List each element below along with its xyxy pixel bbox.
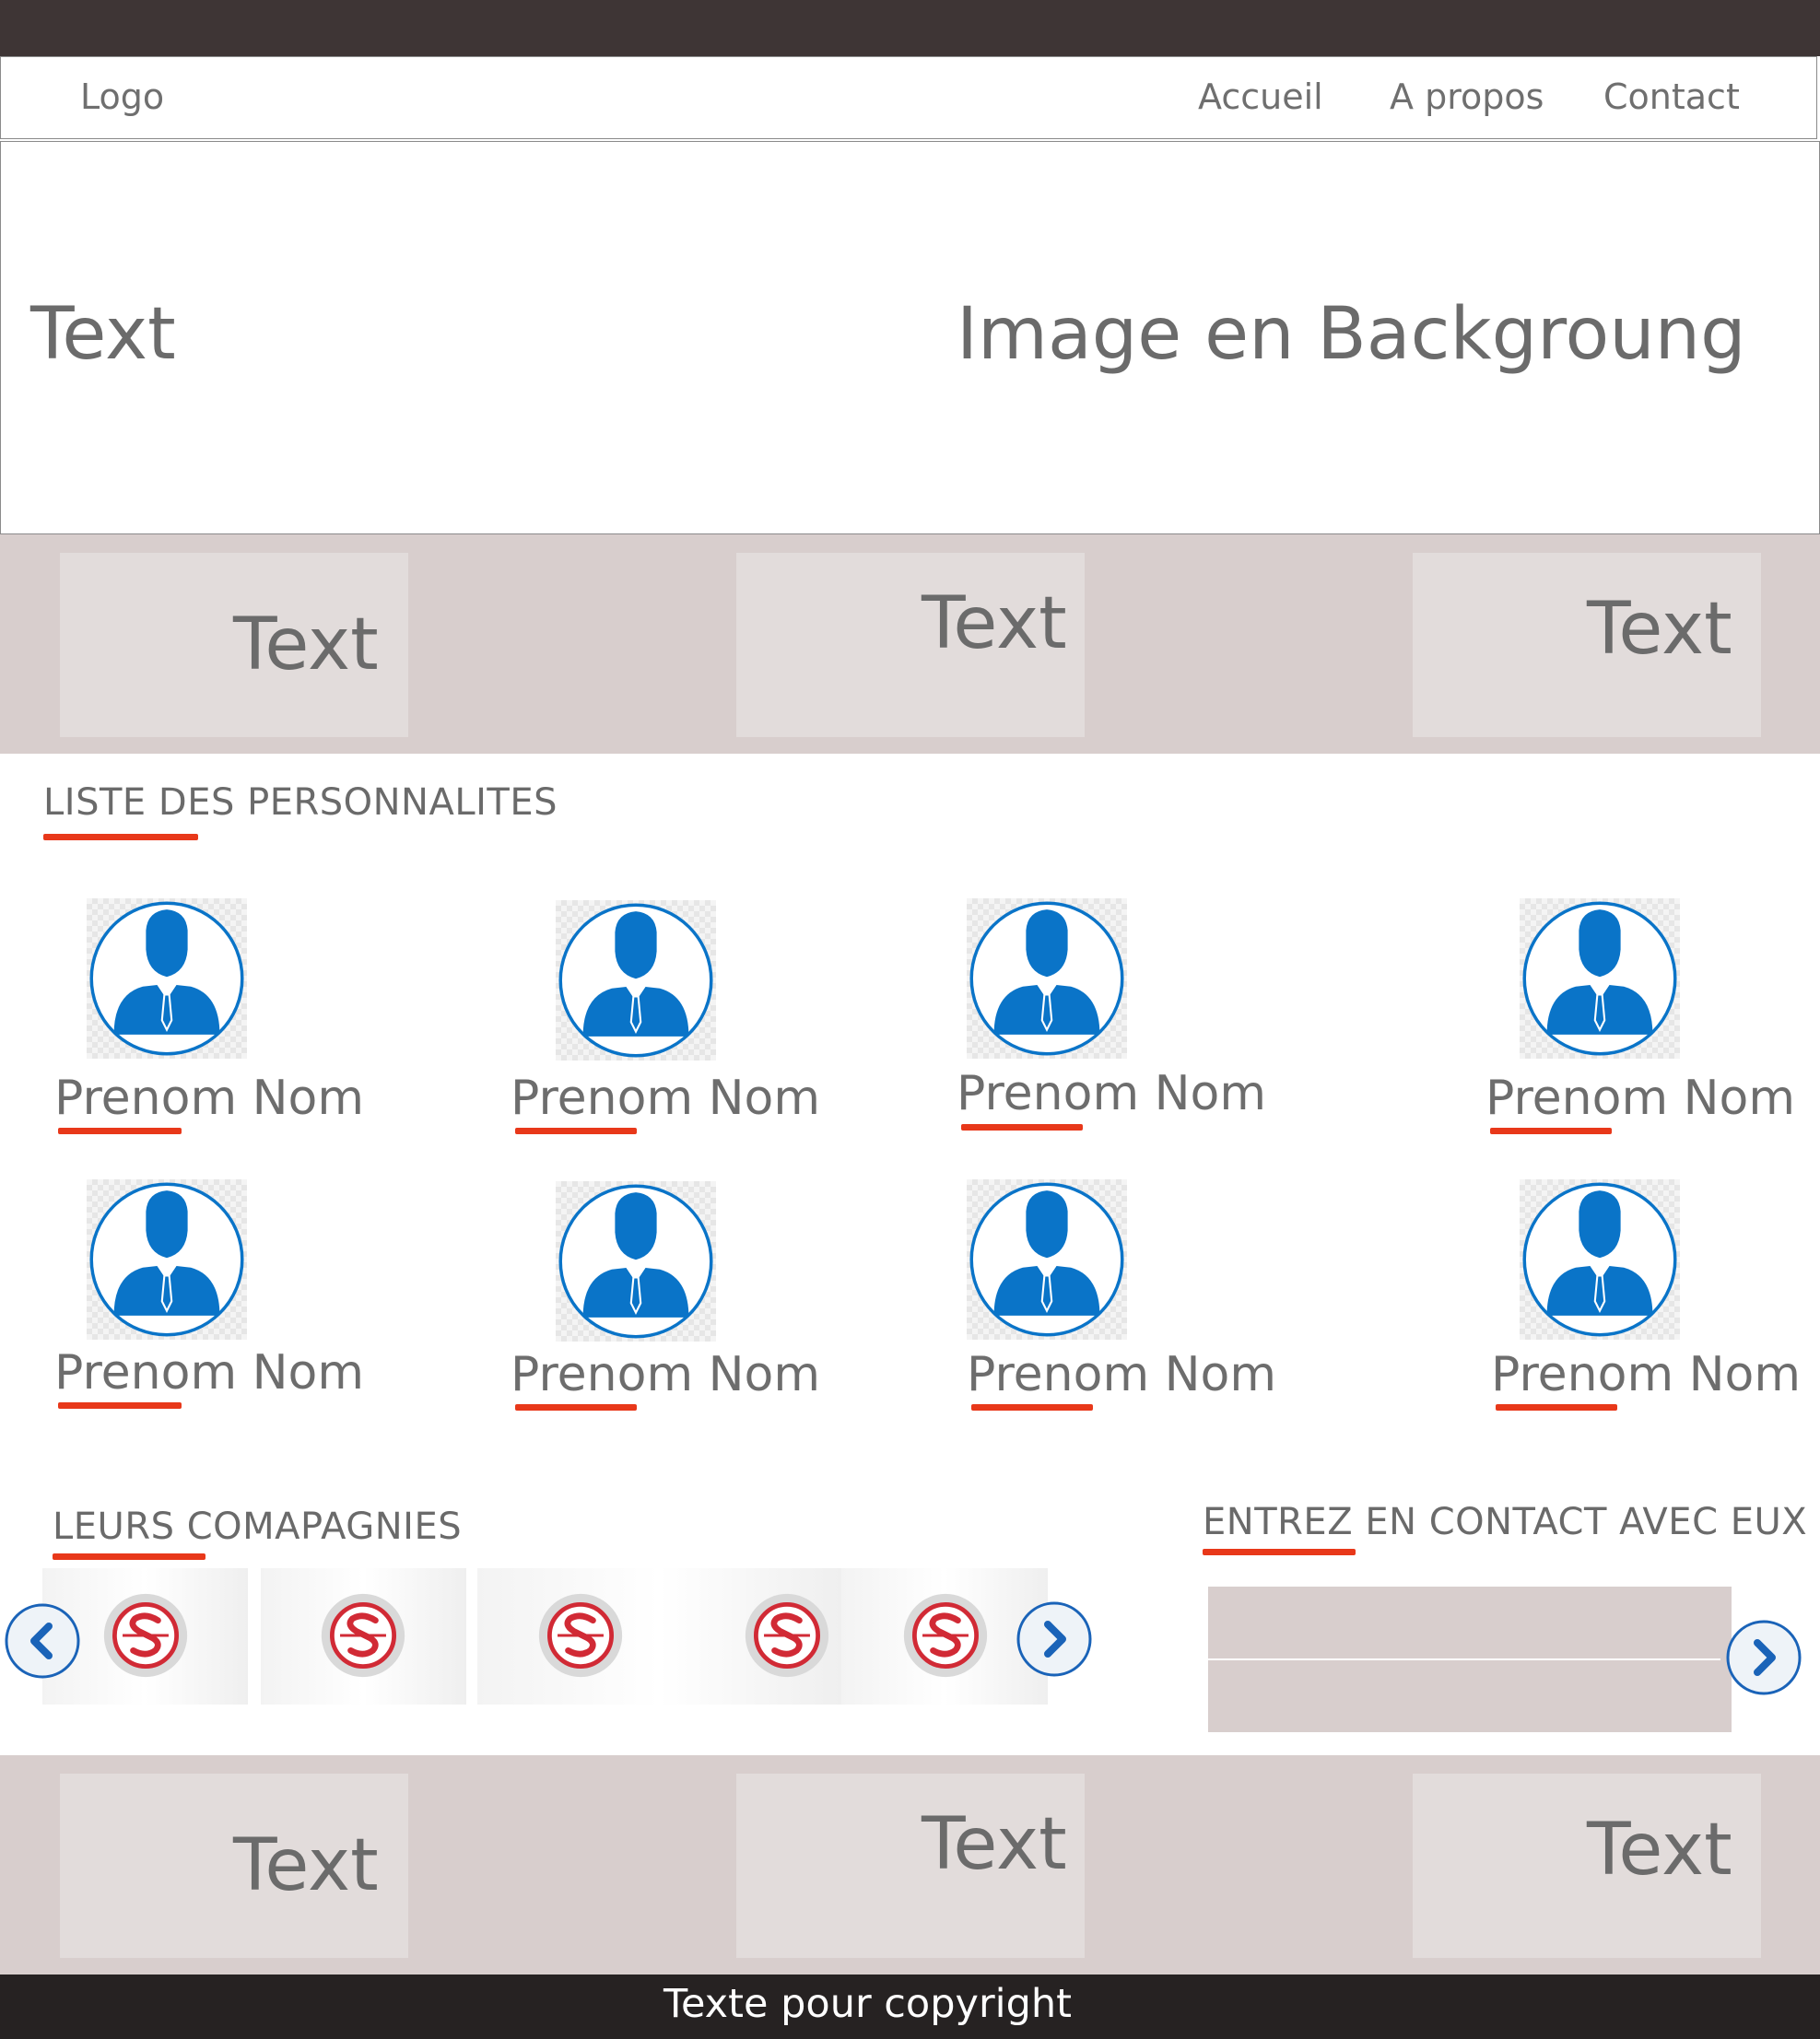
person-avatar[interactable] [87,1179,247,1340]
nav-link-contact[interactable]: Contact [1603,76,1740,117]
name-underline [515,1404,637,1411]
name-underline [515,1128,637,1134]
personalities-title: LISTE DES PERSONNALITES [43,781,558,824]
person-avatar[interactable] [87,898,247,1059]
feature-tile-text: Text [233,603,379,686]
company-name-logo [538,1593,623,1678]
name-underline [961,1124,1083,1131]
contact-divider [1208,1658,1720,1660]
name-underline [58,1402,182,1409]
person-avatar[interactable] [1520,1179,1680,1340]
title-underline [1203,1549,1356,1555]
carousel-prev-button[interactable] [4,1602,81,1680]
person-name[interactable]: Prenom Nom [54,1071,364,1126]
feature-tile-text: Text [1587,1809,1732,1892]
nav-link-accueil[interactable]: Accueil [1198,76,1323,117]
feature-tile-text: Text [233,1824,379,1907]
hero-text: Text [30,293,176,376]
chevron-left-icon [5,1603,80,1679]
feature-tile-text: Text [1587,588,1732,671]
company-logo[interactable] [901,1591,990,1680]
companies-title: LEURS COMAPAGNIES [53,1506,463,1548]
contact-next-button[interactable] [1725,1619,1802,1696]
person-name[interactable]: Prenom Nom [1485,1071,1795,1126]
company-logo[interactable] [101,1591,190,1680]
title-underline [53,1553,205,1560]
title-underline [43,834,198,840]
businessman-avatar-icon [1522,1182,1677,1337]
person-name[interactable]: Prenom Nom [957,1066,1266,1121]
chevron-right-icon [1726,1620,1802,1695]
company-name-logo [745,1593,829,1678]
feature-tile-text: Text [922,582,1067,665]
businessman-avatar-icon [558,1184,713,1339]
businessman-avatar-icon [969,1182,1124,1337]
name-underline [58,1128,182,1134]
businessman-avatar-icon [89,1182,244,1337]
businessman-avatar-icon [1522,901,1677,1056]
person-avatar[interactable] [556,1181,716,1342]
company-logo[interactable] [536,1591,625,1680]
businessman-avatar-icon [89,901,244,1056]
nav-link-a-propos[interactable]: A propos [1390,76,1544,117]
person-avatar[interactable] [556,900,716,1061]
name-underline [1496,1404,1617,1411]
top-bar [0,0,1820,56]
company-name-logo [903,1593,988,1678]
feature-tile-text: Text [922,1803,1067,1886]
businessman-avatar-icon [558,903,713,1058]
person-avatar[interactable] [1520,898,1680,1059]
company-logo[interactable] [743,1591,831,1680]
name-underline [1490,1128,1612,1134]
person-name[interactable]: Prenom Nom [54,1345,364,1400]
logo[interactable]: Logo [80,76,164,117]
company-name-logo [103,1593,188,1678]
name-underline [971,1404,1093,1411]
hero-background-label: Image en Backgroung [957,293,1746,376]
person-avatar[interactable] [967,1179,1127,1340]
businessman-avatar-icon [969,901,1124,1056]
person-avatar[interactable] [967,898,1127,1059]
navbar [0,56,1817,139]
person-name[interactable]: Prenom Nom [967,1347,1276,1402]
person-name[interactable]: Prenom Nom [511,1071,820,1126]
person-name[interactable]: Prenom Nom [1491,1347,1801,1402]
contact-title: ENTREZ EN CONTACT AVEC EUX [1203,1501,1808,1543]
carousel-next-button[interactable] [1016,1600,1093,1678]
copyright-text: Texte pour copyright [663,1981,1073,2027]
person-name[interactable]: Prenom Nom [511,1347,820,1402]
company-logo[interactable] [319,1591,407,1680]
company-name-logo [321,1593,405,1678]
chevron-right-icon [1016,1601,1092,1677]
